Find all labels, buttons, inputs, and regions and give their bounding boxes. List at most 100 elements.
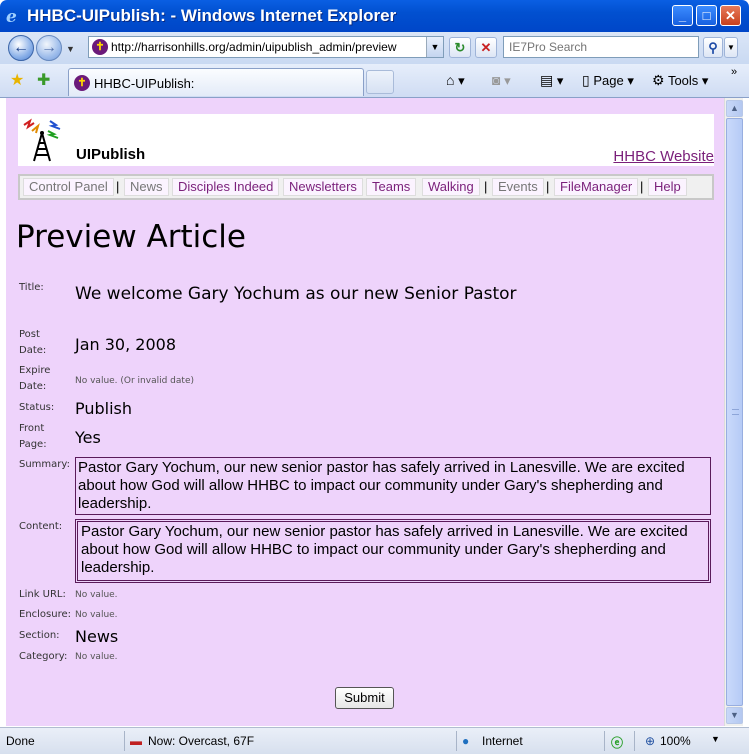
title-label: Title: — [19, 282, 44, 293]
weather-icon: ▬ — [130, 734, 142, 748]
globe-icon: ● — [462, 734, 470, 748]
page-menu-label: Page — [593, 73, 624, 88]
nav-teams[interactable]: Teams — [366, 178, 417, 196]
expire-date-value: No value. (Or invalid date) — [75, 376, 194, 386]
nav-help[interactable]: Help — [648, 178, 687, 196]
nav-disciples-indeed[interactable]: Disciples Indeed — [172, 178, 280, 196]
vertical-scrollbar[interactable]: ▲ ▼ — [724, 98, 743, 726]
post-date-value: Jan 30, 2008 — [75, 335, 176, 354]
nav-separator: | — [116, 179, 120, 194]
nav-filemanager[interactable]: FileManager — [554, 178, 639, 196]
status-text: Done — [6, 734, 35, 748]
search-button[interactable]: ⚲ — [703, 37, 723, 58]
broadcast-tower-icon — [23, 118, 61, 162]
expire-date-label-line2: Date: — [19, 381, 47, 392]
refresh-button[interactable]: ↻ — [449, 37, 471, 58]
tab-favicon-icon: ✝ — [74, 75, 90, 91]
site-favicon-icon: ✝ — [92, 39, 108, 55]
status-divider — [124, 731, 125, 751]
print-button[interactable]: ▤ ▾ — [540, 72, 563, 89]
maximize-button[interactable]: □ — [696, 5, 717, 26]
ie7pro-icon[interactable]: ⓔ — [611, 734, 623, 751]
search-input[interactable] — [504, 37, 698, 57]
home-icon: ⌂ — [446, 72, 455, 88]
scroll-up-icon[interactable]: ▲ — [726, 100, 743, 117]
section-label: Section: — [19, 630, 60, 641]
link-url-label: Link URL: — [19, 589, 66, 600]
post-date-label-line1: Post — [19, 329, 40, 340]
status-value: Publish — [75, 399, 133, 418]
address-toolbar: ← → ▼ ✝ http://harrisonhills.org/admin/u… — [0, 32, 749, 64]
front-page-value: Yes — [75, 428, 101, 447]
app-name: UIPublish — [76, 146, 146, 163]
hhbc-website-link[interactable]: HHBC Website — [613, 148, 714, 165]
history-dropdown-icon[interactable]: ▼ — [66, 44, 75, 54]
search-box[interactable] — [503, 36, 699, 58]
nav-control-panel[interactable]: Control Panel — [23, 178, 114, 196]
address-bar[interactable]: ✝ http://harrisonhills.org/admin/uipubli… — [88, 36, 444, 58]
stop-button[interactable]: ✕ — [475, 37, 497, 58]
status-divider — [456, 731, 457, 751]
rss-icon: ◙ — [492, 72, 501, 88]
status-bar: Done ▬ Now: Overcast, 67F ● Internet ⓔ ⊕… — [0, 727, 749, 754]
ie-logo-icon: e — [6, 7, 17, 27]
tools-menu-label: Tools — [667, 73, 699, 88]
title-value: We welcome Gary Yochum as our new Senior… — [75, 284, 517, 304]
nav-separator: | — [546, 179, 550, 194]
submit-button[interactable]: Submit — [335, 687, 394, 709]
enclosure-value: No value. — [75, 610, 118, 620]
tab-toolbar: ★ ✚ ✝ HHBC-UIPublish: ⌂ ▾ ◙ ▾ ▤ ▾ ▯ Page… — [0, 64, 749, 98]
nav-news[interactable]: News — [124, 178, 169, 196]
summary-label: Summary: — [19, 459, 70, 470]
back-button[interactable]: ← — [8, 35, 34, 61]
printer-icon: ▤ — [540, 72, 554, 88]
content-value: Pastor Gary Yochum, our new senior pasto… — [75, 519, 711, 583]
nav-events[interactable]: Events — [492, 178, 544, 196]
tab-hhbc-uipublish[interactable]: ✝ HHBC-UIPublish: — [68, 68, 364, 96]
favorites-star-icon[interactable]: ★ — [10, 70, 24, 90]
zoom-level[interactable]: 100% — [660, 734, 691, 748]
page-icon: ▯ — [582, 72, 590, 88]
security-zone: Internet — [482, 734, 523, 748]
tab-title: HHBC-UIPublish: — [94, 76, 195, 91]
new-tab-button[interactable] — [366, 70, 394, 94]
page-content: UIPublish HHBC Website Control Panel | N… — [6, 98, 724, 726]
front-page-label-line1: Front — [19, 423, 45, 434]
close-button[interactable]: ✕ — [720, 5, 741, 26]
post-date-label-line2: Date: — [19, 345, 47, 356]
add-favorites-icon[interactable]: ✚ — [37, 70, 50, 90]
status-label: Status: — [19, 402, 55, 413]
search-options-icon[interactable]: ▼ — [724, 37, 738, 58]
scroll-thumb[interactable] — [726, 118, 743, 706]
scroll-down-icon[interactable]: ▼ — [726, 707, 743, 724]
content-label: Content: — [19, 521, 63, 532]
nav-newsletters[interactable]: Newsletters — [283, 178, 363, 196]
address-dropdown-icon[interactable]: ▼ — [426, 37, 443, 57]
more-commands-icon[interactable]: » — [731, 66, 737, 78]
nav-separator: | — [484, 179, 488, 194]
address-input[interactable]: http://harrisonhills.org/admin/uipublish… — [111, 40, 426, 54]
minimize-button[interactable]: _ — [672, 5, 693, 26]
link-url-value: No value. — [75, 590, 118, 600]
nav-separator: | — [640, 179, 644, 194]
feeds-button[interactable]: ◙ ▾ — [492, 72, 511, 89]
summary-value: Pastor Gary Yochum, our new senior pasto… — [75, 457, 711, 515]
window-title: HHBC-UIPublish: - Windows Internet Explo… — [27, 6, 397, 25]
admin-nav-bar: Control Panel | News Disciples Indeed Ne… — [18, 174, 714, 200]
page-menu[interactable]: ▯ Page ▾ — [582, 72, 634, 89]
nav-walking[interactable]: Walking — [422, 178, 480, 196]
zoom-dropdown-icon[interactable]: ▼ — [711, 734, 720, 744]
category-value: No value. — [75, 652, 118, 662]
home-button[interactable]: ⌂ ▾ — [446, 72, 465, 89]
title-bar: e HHBC-UIPublish: - Windows Internet Exp… — [0, 0, 749, 32]
enclosure-label: Enclosure: — [19, 609, 72, 620]
expire-date-label-line1: Expire — [19, 365, 51, 376]
tools-menu[interactable]: ⚙ Tools ▾ — [652, 72, 708, 89]
section-value: News — [75, 627, 119, 646]
forward-button[interactable]: → — [36, 35, 62, 61]
page-title: Preview Article — [16, 219, 246, 255]
category-label: Category: — [19, 651, 68, 662]
status-divider — [634, 731, 635, 751]
scroll-grip-icon — [732, 409, 739, 415]
zoom-icon[interactable]: ⊕ — [645, 734, 655, 748]
